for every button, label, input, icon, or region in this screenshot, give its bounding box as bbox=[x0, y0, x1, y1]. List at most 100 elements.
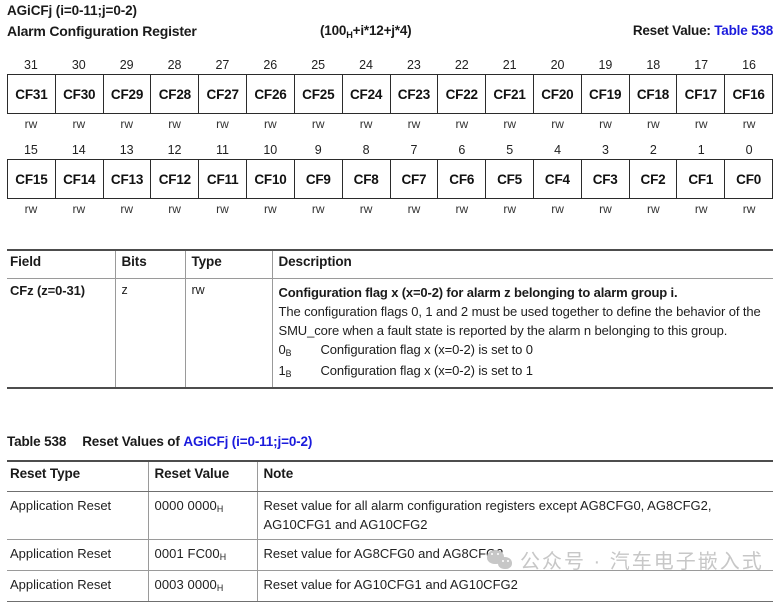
bit-cells-upper: CF31 CF30 CF29 CF28 CF27 CF26 CF25 CF24 … bbox=[7, 74, 773, 114]
bit-cell: CF12 bbox=[151, 160, 200, 198]
bit-number: 31 bbox=[23, 58, 38, 72]
reset-value-text: 0003 0000 bbox=[154, 577, 217, 592]
register-name: AGiCFj (i=0-11;j=0-2) bbox=[7, 3, 137, 18]
bit-cell: CF11 bbox=[199, 160, 248, 198]
bit-cell: CF16 bbox=[732, 86, 765, 102]
caption-text: Reset Values of bbox=[82, 434, 180, 449]
bit-access: rw bbox=[168, 117, 181, 131]
reset-value-link[interactable]: Table 538 bbox=[714, 23, 773, 38]
bit-cell: CF2 bbox=[630, 160, 678, 198]
bit-access: rw bbox=[24, 202, 38, 216]
bit-cell: CF1 bbox=[677, 160, 726, 198]
bitfield-row-upper: 31 30 29 28 27 26 25 24 23 22 21 20 19 1… bbox=[7, 56, 773, 134]
reset-type-cell: Application Reset bbox=[7, 491, 148, 540]
bit-number: 14 bbox=[71, 143, 86, 157]
bit-access: rw bbox=[216, 117, 229, 131]
bit-cell: CF26 bbox=[247, 75, 295, 113]
bit-number: 8 bbox=[362, 143, 370, 157]
bit-number: 10 bbox=[263, 143, 278, 157]
register-offset-formula: (100H+i*12+j*4) bbox=[320, 21, 412, 42]
bit-cell: CF31 bbox=[8, 75, 56, 113]
bit-access: rw bbox=[694, 117, 708, 131]
reset-type-cell: Application Reset bbox=[7, 570, 148, 602]
bit-number: 19 bbox=[598, 58, 613, 72]
bit-number: 0 bbox=[745, 143, 753, 157]
enum-key-value: 0 bbox=[278, 342, 286, 357]
bit-access: rw bbox=[120, 202, 134, 216]
note-column-header: Note bbox=[256, 460, 773, 492]
bit-cell: CF7 bbox=[391, 160, 439, 198]
field-description-table: Field Bits Type Description CFz (z=0-31)… bbox=[7, 249, 773, 389]
register-title: Alarm Configuration Register bbox=[7, 23, 197, 39]
field-type-cell: rw bbox=[184, 278, 272, 389]
bit-number: 22 bbox=[454, 58, 469, 72]
bit-cell: CF13 bbox=[104, 160, 152, 198]
bit-cell: CF5 bbox=[486, 160, 534, 198]
bit-number: 28 bbox=[167, 58, 182, 72]
bit-numbers-upper: 31 30 29 28 27 26 25 24 23 22 21 20 19 1… bbox=[7, 56, 773, 74]
bit-number: 16 bbox=[742, 58, 757, 72]
bit-number: 15 bbox=[23, 143, 38, 157]
bit-cell: CF4 bbox=[534, 160, 582, 198]
enum-key-subscript: B bbox=[285, 348, 292, 359]
bit-cell: CF0 bbox=[736, 171, 762, 187]
bit-access: rw bbox=[503, 117, 517, 131]
reset-value-cell: 0003 0000H bbox=[147, 570, 257, 602]
bit-cell: CF21 bbox=[486, 75, 534, 113]
note-cell: Reset value for AG10CFG1 and AG10CFG2 bbox=[256, 570, 773, 602]
table-row: CFz (z=0-31) z rw Configuration flag x (… bbox=[7, 278, 773, 389]
bit-cell: CF18 bbox=[630, 75, 678, 113]
bit-number: 4 bbox=[554, 143, 562, 157]
bits-column-header: Bits bbox=[114, 249, 185, 279]
offset-suffix: +i*12+j*4) bbox=[352, 23, 412, 38]
enum-description: Configuration flag x (x=0-2) is set to 1 bbox=[320, 363, 534, 378]
bit-access: rw bbox=[455, 117, 469, 131]
bit-access: rw bbox=[551, 202, 564, 216]
bit-number: 2 bbox=[649, 143, 657, 157]
reset-value-subscript: H bbox=[219, 552, 227, 563]
enum-entry: 0B Configuration flag x (x=0-2) is set t… bbox=[279, 340, 768, 361]
document-page: AGiCFj (i=0-11;j=0-2) Alarm Configuratio… bbox=[0, 0, 780, 602]
enum-description: Configuration flag x (x=0-2) is set to 0 bbox=[320, 342, 534, 357]
bit-access-lower: rw rw rw rw rw rw rw rw rw rw rw rw rw r… bbox=[7, 199, 773, 219]
reset-value-text: 0001 FC00 bbox=[154, 546, 220, 561]
bit-cell: CF30 bbox=[56, 75, 104, 113]
bit-access: rw bbox=[72, 117, 86, 131]
bit-number: 26 bbox=[263, 58, 278, 72]
bit-number: 7 bbox=[410, 143, 418, 157]
reset-value-label: Reset Value: bbox=[632, 23, 711, 38]
bit-cell: CF15 bbox=[8, 160, 56, 198]
bit-cell: CF8 bbox=[343, 160, 391, 198]
bit-number: 20 bbox=[550, 58, 565, 72]
enum-entry: 1B Configuration flag x (x=0-2) is set t… bbox=[279, 361, 768, 382]
description-title: Configuration flag x (x=0-2) for alarm z… bbox=[278, 285, 678, 300]
bit-cell: CF3 bbox=[582, 160, 630, 198]
bit-number: 1 bbox=[697, 143, 705, 157]
reset-value-subscript: H bbox=[216, 583, 224, 594]
bit-numbers-lower: 15 14 13 12 11 10 9 8 7 6 5 4 3 2 1 0 bbox=[7, 141, 773, 159]
bit-access: rw bbox=[359, 202, 373, 216]
description-column-header: Description bbox=[271, 249, 773, 279]
enum-key-subscript: B bbox=[285, 369, 292, 380]
bit-access: rw bbox=[168, 202, 181, 216]
bitfield-row-lower: 15 14 13 12 11 10 9 8 7 6 5 4 3 2 1 0 CF… bbox=[7, 141, 773, 219]
reset-value-cell: 0001 FC00H bbox=[147, 539, 257, 571]
caption-register-link[interactable]: AGiCFj (i=0-11;j=0-2) bbox=[183, 434, 312, 449]
bit-access: rw bbox=[120, 117, 134, 131]
bit-access: rw bbox=[407, 117, 421, 131]
bit-number: 29 bbox=[119, 58, 134, 72]
register-subheader: Alarm Configuration Register (100H+i*12+… bbox=[7, 21, 773, 41]
bit-access: rw bbox=[599, 202, 612, 216]
description-body: The configuration flags 0, 1 and 2 must … bbox=[278, 304, 761, 338]
enum-key: 0B bbox=[279, 340, 321, 361]
enum-key: 1B bbox=[279, 361, 321, 382]
type-column-header: Type bbox=[184, 249, 272, 279]
bit-number: 9 bbox=[314, 143, 322, 157]
field-description-cell: Configuration flag x (x=0-2) for alarm z… bbox=[271, 278, 773, 389]
bit-access: rw bbox=[311, 117, 325, 131]
bit-number: 25 bbox=[311, 58, 326, 72]
bit-cell: CF27 bbox=[199, 75, 248, 113]
bit-cell: CF6 bbox=[438, 160, 487, 198]
bit-access: rw bbox=[646, 117, 660, 131]
offset-prefix: (100 bbox=[320, 23, 347, 38]
